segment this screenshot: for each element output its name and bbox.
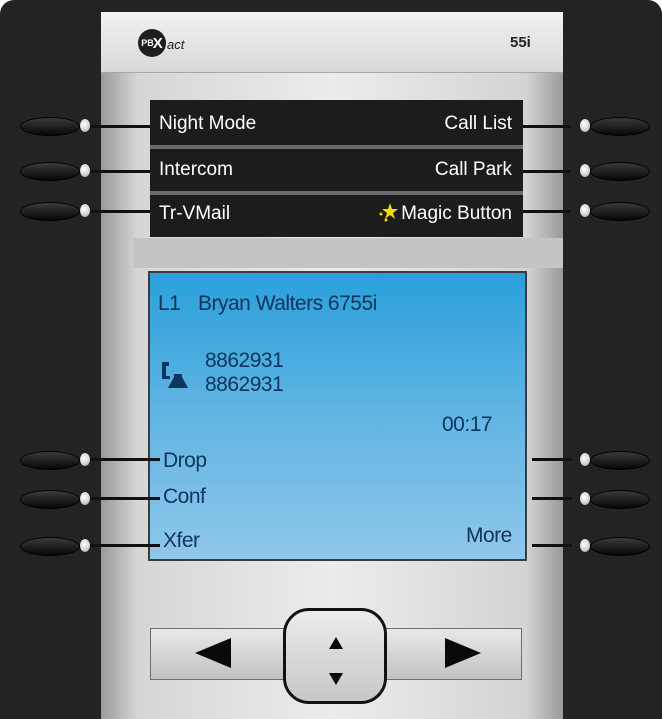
key-led	[80, 204, 90, 217]
key-magic-button-label: Magic Button	[401, 203, 512, 224]
softkey-line	[532, 497, 572, 500]
key-line	[523, 125, 571, 128]
left-softkey-button-3[interactable]	[20, 537, 80, 556]
softkey-line	[90, 497, 160, 500]
softkey-line	[532, 544, 572, 547]
left-softkey-button-1[interactable]	[20, 451, 80, 470]
key-line	[523, 210, 571, 213]
softkey-line	[532, 458, 572, 461]
key-row-3: Tr-VMail Magic Button	[150, 194, 523, 234]
arrow-left-icon[interactable]	[195, 638, 231, 673]
key-led	[80, 492, 90, 505]
key-tr-vmail[interactable]: Tr-VMail	[159, 203, 230, 225]
key-divider	[150, 145, 523, 149]
model-label: 55i	[510, 34, 531, 51]
right-softkey-button-3[interactable]	[590, 537, 650, 556]
softkey-drop[interactable]: Drop	[163, 449, 207, 473]
key-led	[80, 119, 90, 132]
logo-text: act	[167, 36, 185, 52]
programmable-key-display: Night Mode Call List Intercom Call Park …	[150, 100, 523, 237]
left-softkey-button-2[interactable]	[20, 490, 80, 509]
softkey-conf[interactable]: Conf	[163, 485, 206, 509]
left-key-button-1[interactable]	[20, 117, 80, 136]
caller-number-1: 8862931	[205, 349, 284, 372]
key-led	[580, 453, 590, 466]
line-label: L1	[158, 292, 181, 315]
key-row-2: Intercom Call Park	[150, 150, 523, 190]
key-led	[80, 539, 90, 552]
right-key-button-2[interactable]	[590, 162, 650, 181]
right-key-button-3[interactable]	[590, 202, 650, 221]
key-line	[90, 125, 150, 128]
right-softkey-button-2[interactable]	[590, 490, 650, 509]
left-key-button-2[interactable]	[20, 162, 80, 181]
key-led	[580, 204, 590, 217]
key-led	[80, 164, 90, 177]
key-led	[580, 119, 590, 132]
key-led	[580, 492, 590, 505]
call-timer: 00:17	[442, 413, 493, 436]
left-key-button-3[interactable]	[20, 202, 80, 221]
key-call-list[interactable]: Call List	[444, 113, 512, 135]
star-icon	[378, 202, 399, 226]
key-led	[580, 539, 590, 552]
right-key-button-1[interactable]	[590, 117, 650, 136]
key-led	[580, 164, 590, 177]
arrow-right-icon[interactable]	[445, 638, 481, 673]
key-line	[523, 170, 571, 173]
display-spacer	[133, 238, 563, 268]
softkey-more[interactable]: More	[466, 524, 512, 548]
key-led	[80, 453, 90, 466]
key-magic-button[interactable]: Magic Button	[378, 202, 512, 226]
arrow-up-icon[interactable]	[329, 636, 343, 654]
softkey-line	[90, 458, 160, 461]
caller-name: Bryan Walters 6755i	[198, 292, 377, 315]
key-night-mode[interactable]: Night Mode	[159, 113, 256, 135]
key-line	[90, 210, 150, 213]
key-line	[90, 170, 150, 173]
lcd-screen: L1 Bryan Walters 6755i 8862931 8862931 0…	[148, 271, 527, 561]
softkey-line	[90, 544, 160, 547]
key-intercom[interactable]: Intercom	[159, 159, 233, 181]
brand-logo: PB X act	[138, 28, 184, 58]
key-row-1: Night Mode Call List	[150, 104, 523, 144]
softkey-xfer[interactable]: Xfer	[163, 529, 200, 553]
arrow-down-icon[interactable]	[329, 672, 343, 690]
logo-x: X	[152, 34, 163, 52]
key-call-park[interactable]: Call Park	[435, 159, 512, 181]
caller-number-2: 8862931	[205, 373, 284, 396]
right-softkey-button-1[interactable]	[590, 451, 650, 470]
logo-mark: PB X	[138, 29, 166, 57]
phone-handset-icon	[162, 362, 188, 388]
